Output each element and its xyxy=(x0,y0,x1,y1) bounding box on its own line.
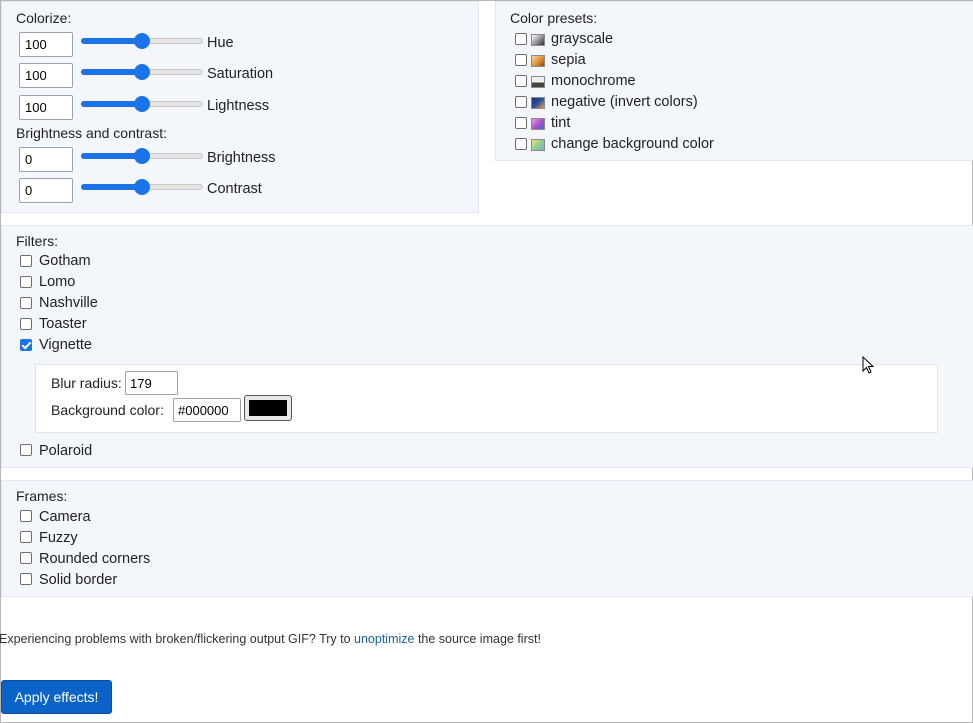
toaster-label[interactable]: Toaster xyxy=(39,316,87,332)
saturation-label: Saturation xyxy=(207,66,274,82)
monochrome-checkbox[interactable] xyxy=(515,75,527,87)
saturation-input[interactable] xyxy=(19,63,73,88)
brightness-contrast-title: Brightness and contrast: xyxy=(16,125,167,141)
gif-problem-note: Experiencing problems with broken/flicke… xyxy=(0,632,541,646)
monochrome-label[interactable]: monochrome xyxy=(551,73,636,89)
brightness-slider[interactable] xyxy=(81,148,203,164)
contrast-slider[interactable] xyxy=(81,179,203,195)
nashville-checkbox[interactable] xyxy=(20,297,32,309)
lomo-checkbox[interactable] xyxy=(20,276,32,288)
blur-radius-input[interactable] xyxy=(125,371,178,395)
negative-icon xyxy=(531,97,545,109)
unoptimize-link[interactable]: unoptimize xyxy=(354,632,414,646)
vignette-label[interactable]: Vignette xyxy=(39,337,92,353)
grayscale-label[interactable]: grayscale xyxy=(551,31,613,47)
frames-panel xyxy=(1,480,973,597)
contrast-input[interactable] xyxy=(19,178,73,203)
tint-checkbox[interactable] xyxy=(515,117,527,129)
mouse-cursor-icon xyxy=(862,356,875,374)
sepia-icon xyxy=(531,55,545,67)
negative-checkbox[interactable] xyxy=(515,96,527,108)
brightness-input[interactable] xyxy=(19,147,73,172)
camera-checkbox[interactable] xyxy=(20,510,32,522)
contrast-label: Contrast xyxy=(207,181,262,197)
hue-input[interactable] xyxy=(19,32,73,57)
fuzzy-checkbox[interactable] xyxy=(20,531,32,543)
fuzzy-label[interactable]: Fuzzy xyxy=(39,530,78,546)
camera-label[interactable]: Camera xyxy=(39,509,91,525)
saturation-slider[interactable] xyxy=(81,64,203,80)
sepia-label[interactable]: sepia xyxy=(551,52,586,68)
change-background-icon xyxy=(531,139,545,151)
tint-label[interactable]: tint xyxy=(551,115,570,131)
note-text-after: the source image first! xyxy=(414,632,541,646)
background-color-input[interactable] xyxy=(173,398,241,422)
lightness-slider[interactable] xyxy=(81,96,203,112)
brightness-label: Brightness xyxy=(207,150,276,166)
gotham-label[interactable]: Gotham xyxy=(39,253,91,269)
hue-slider[interactable] xyxy=(81,33,203,49)
frames-title: Frames: xyxy=(16,488,68,504)
monochrome-icon xyxy=(531,76,545,88)
apply-effects-button[interactable]: Apply effects! xyxy=(1,680,112,714)
background-color-label: Background color: xyxy=(51,402,164,418)
colorize-title: Colorize: xyxy=(16,10,72,26)
rounded-corners-checkbox[interactable] xyxy=(20,552,32,564)
tint-icon xyxy=(531,118,545,130)
solid-border-checkbox[interactable] xyxy=(20,573,32,585)
toaster-checkbox[interactable] xyxy=(20,318,32,330)
change-background-checkbox[interactable] xyxy=(515,138,527,150)
background-color-picker[interactable] xyxy=(244,395,292,421)
solid-border-label[interactable]: Solid border xyxy=(39,572,117,588)
vignette-checkbox[interactable] xyxy=(20,339,32,351)
blur-radius-label: Blur radius: xyxy=(51,375,122,391)
polaroid-label[interactable]: Polaroid xyxy=(39,443,92,459)
hue-label: Hue xyxy=(207,35,234,51)
grayscale-checkbox[interactable] xyxy=(515,33,527,45)
filters-title: Filters: xyxy=(16,233,58,249)
color-presets-title: Color presets: xyxy=(510,10,598,26)
negative-label[interactable]: negative (invert colors) xyxy=(551,94,698,110)
note-text-before: Experiencing problems with broken/flicke… xyxy=(0,632,355,646)
gotham-checkbox[interactable] xyxy=(20,255,32,267)
change-background-label[interactable]: change background color xyxy=(551,136,714,152)
rounded-corners-label[interactable]: Rounded corners xyxy=(39,551,150,567)
sepia-checkbox[interactable] xyxy=(515,54,527,66)
polaroid-checkbox[interactable] xyxy=(20,444,32,456)
lightness-label: Lightness xyxy=(207,98,270,114)
lomo-label[interactable]: Lomo xyxy=(39,274,75,290)
grayscale-icon xyxy=(531,34,545,46)
lightness-input[interactable] xyxy=(19,95,73,120)
nashville-label[interactable]: Nashville xyxy=(39,295,98,311)
